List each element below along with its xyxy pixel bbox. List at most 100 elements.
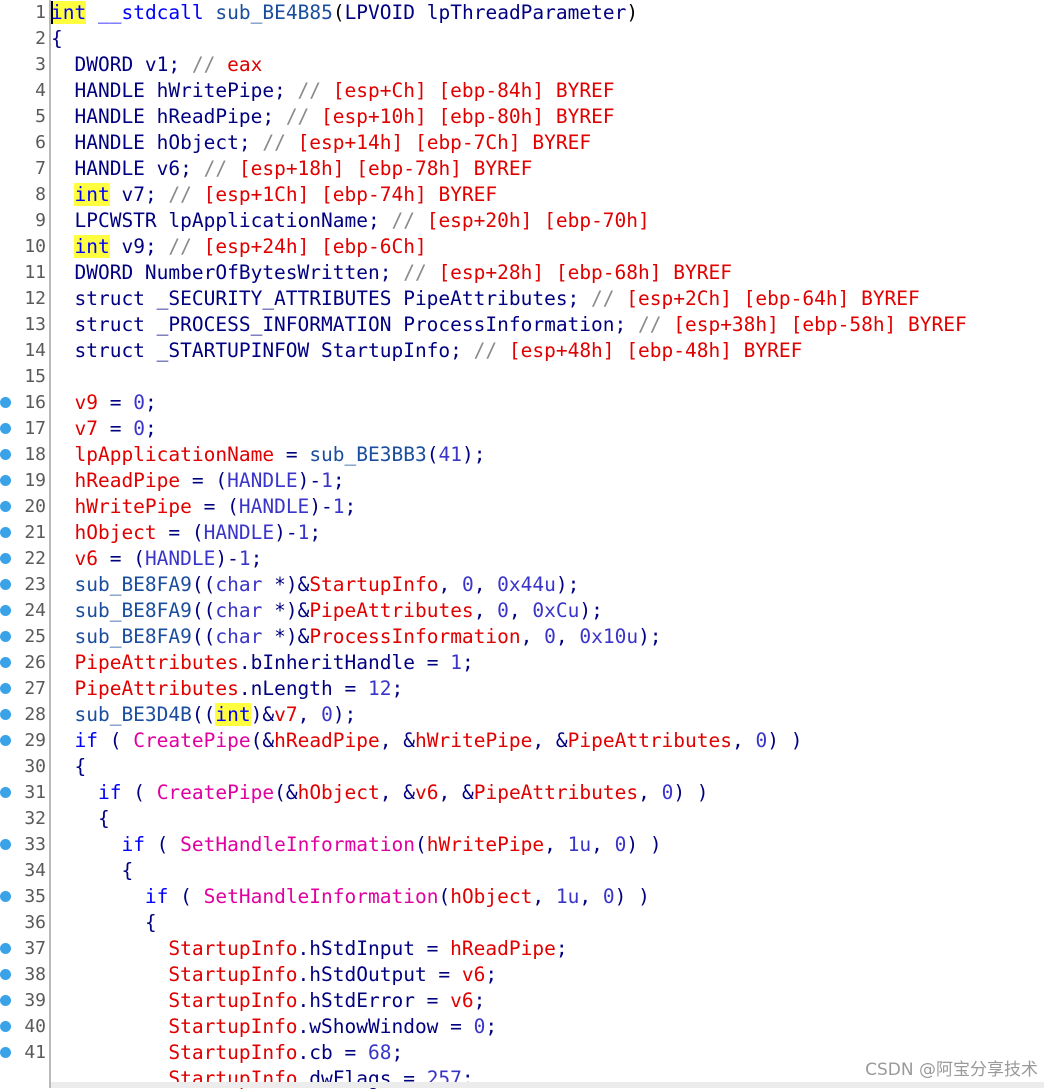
code-line[interactable]: 2{ [35, 26, 1044, 52]
breakpoint-dot-icon[interactable] [0, 1047, 11, 1058]
breakpoint-dot-icon[interactable] [0, 553, 11, 564]
code-token: // [168, 183, 204, 206]
code-line[interactable]: 16 v9 = 0; [0, 390, 1044, 416]
code-token: v7; [109, 183, 169, 206]
code-line[interactable]: 40 StartupInfo.wShowWindow = 0; [0, 1014, 1044, 1040]
code-line[interactable]: 33 if ( SetHandleInformation(hWritePipe,… [0, 832, 1044, 858]
breakpoint-dot-icon[interactable] [0, 397, 11, 408]
breakpoint-dot-icon[interactable] [0, 579, 11, 590]
code-token: char [215, 573, 263, 596]
code-line[interactable]: 24 sub_BE8FA9((char *)&PipeAttributes, 0… [0, 598, 1044, 624]
code-token: hWritePipe [415, 729, 533, 752]
code-text: if ( SetHandleInformation(hObject, 1u, 0… [51, 884, 650, 910]
code-line[interactable]: 31 if ( CreatePipe(&hObject, &v6, &PipeA… [0, 780, 1044, 806]
code-token: ; [473, 989, 486, 1012]
code-token: , [297, 703, 322, 726]
code-line[interactable]: 37 StartupInfo.hStdInput = hReadPipe; [0, 936, 1044, 962]
breakpoint-dot-icon[interactable] [0, 1021, 11, 1032]
code-line[interactable]: 18 lpApplicationName = sub_BE3BB3(41); [0, 442, 1044, 468]
code-line[interactable]: 17 v7 = 0; [0, 416, 1044, 442]
breakpoint-dot-icon[interactable] [0, 631, 11, 642]
code-token: // [168, 235, 204, 258]
breakpoint-dot-icon[interactable] [0, 423, 11, 434]
code-line[interactable]: 25 sub_BE8FA9((char *)&ProcessInformatio… [0, 624, 1044, 650]
code-token: // [591, 287, 627, 310]
code-line[interactable]: 22 v6 = (HANDLE)-1; [0, 546, 1044, 572]
code-token: ) ) [626, 833, 662, 856]
code-line[interactable]: 35 if ( SetHandleInformation(hObject, 1u… [0, 884, 1044, 910]
code-area[interactable]: 1 int __stdcall sub_BE4B85(LPVOID lpThrea… [0, 0, 1044, 1090]
code-line[interactable]: 8 int v7; // [esp+1Ch] [ebp-74h] BYREF [35, 182, 1044, 208]
code-line[interactable]: 36 { [24, 910, 1044, 936]
breakpoint-dot-icon[interactable] [0, 683, 11, 694]
code-token: v6 [450, 989, 474, 1012]
code-line[interactable]: 32 { [24, 806, 1044, 832]
breakpoint-dot-icon[interactable] [0, 943, 11, 954]
code-line[interactable]: 9 LPCWSTR lpApplicationName; // [esp+20h… [35, 208, 1044, 234]
code-line[interactable]: 15 [24, 364, 1044, 390]
horizontal-scrollbar[interactable] [51, 1082, 1044, 1088]
code-token: ; [144, 417, 157, 440]
code-text: DWORD v1; // eax [51, 52, 262, 78]
code-token: PipeAttributes [473, 781, 639, 804]
code-line[interactable]: 20 hWritePipe = (HANDLE)-1; [0, 494, 1044, 520]
code-token: struct _STARTUPINFOW StartupInfo; [51, 339, 474, 362]
code-line[interactable]: 23 sub_BE8FA9((char *)&StartupInfo, 0, 0… [0, 572, 1044, 598]
code-line[interactable]: 6 HANDLE hObject; // [esp+14h] [ebp-7Ch]… [35, 130, 1044, 156]
code-line[interactable]: 5 HANDLE hReadPipe; // [esp+10h] [ebp-80… [35, 104, 1044, 130]
code-line[interactable]: 10 int v9; // [esp+24h] [ebp-6Ch] [24, 234, 1044, 260]
code-token: hReadPipe [274, 729, 380, 752]
breakpoint-dot-icon[interactable] [0, 605, 11, 616]
code-line[interactable]: 21 hObject = (HANDLE)-1; [0, 520, 1044, 546]
pseudocode-editor[interactable]: 1 int __stdcall sub_BE4B85(LPVOID lpThrea… [0, 0, 1044, 1090]
code-token: { [51, 755, 87, 778]
code-line[interactable]: 7 HANDLE v6; // [esp+18h] [ebp-78h] BYRE… [35, 156, 1044, 182]
code-line[interactable]: 11 DWORD NumberOfBytesWritten; // [esp+2… [24, 260, 1044, 286]
code-token: lpApplicationName [74, 443, 275, 466]
line-number: 12 [24, 288, 46, 309]
code-line[interactable]: 1 int __stdcall sub_BE4B85(LPVOID lpThrea… [35, 0, 1044, 26]
code-line[interactable]: 34 { [24, 858, 1044, 884]
code-token: ) ) [673, 781, 709, 804]
code-line[interactable]: 26 PipeAttributes.bInheritHandle = 1; [0, 650, 1044, 676]
breakpoint-dot-icon[interactable] [0, 735, 11, 746]
code-token: 0 [133, 417, 145, 440]
code-line[interactable]: 39 StartupInfo.hStdError = v6; [0, 988, 1044, 1014]
breakpoint-dot-icon[interactable] [0, 995, 11, 1006]
code-line[interactable]: 13 struct _PROCESS_INFORMATION ProcessIn… [24, 312, 1044, 338]
breakpoint-dot-icon[interactable] [0, 475, 11, 486]
code-line[interactable]: 19 hReadPipe = (HANDLE)-1; [0, 468, 1044, 494]
breakpoint-dot-icon[interactable] [0, 657, 11, 668]
breakpoint-dot-icon[interactable] [0, 891, 11, 902]
breakpoint-dot-icon[interactable] [0, 839, 11, 850]
breakpoint-dot-icon[interactable] [0, 969, 11, 980]
code-line[interactable]: 14 struct _STARTUPINFOW StartupInfo; // … [24, 338, 1044, 364]
code-line[interactable]: 3 DWORD v1; // eax [35, 52, 1044, 78]
code-text: hReadPipe = (HANDLE)-1; [51, 468, 345, 494]
code-text: struct _PROCESS_INFORMATION ProcessInfor… [51, 312, 966, 338]
code-token: int [215, 703, 251, 726]
code-line[interactable]: 12 struct _SECURITY_ATTRIBUTES PipeAttri… [24, 286, 1044, 312]
code-line[interactable]: 38 StartupInfo.hStdOutput = v6; [0, 962, 1044, 988]
code-line[interactable]: 28 sub_BE3D4B((int)&v7, 0); [0, 702, 1044, 728]
code-token: ; [332, 469, 345, 492]
breakpoint-dot-icon[interactable] [0, 787, 11, 798]
code-text: PipeAttributes.bInheritHandle = 1; [51, 650, 473, 676]
code-line[interactable]: 29 if ( CreatePipe(&hReadPipe, &hWritePi… [0, 728, 1044, 754]
breakpoint-dot-icon[interactable] [0, 709, 11, 720]
code-token: PipeAttributes [567, 729, 733, 752]
code-line[interactable]: 30 { [24, 754, 1044, 780]
breakpoint-dot-icon[interactable] [0, 527, 11, 538]
code-line[interactable]: 27 PipeAttributes.nLength = 12; [0, 676, 1044, 702]
breakpoint-dot-icon[interactable] [0, 501, 11, 512]
breakpoint-dot-icon[interactable] [0, 449, 11, 460]
code-token: )- [215, 547, 239, 570]
code-token: , [544, 833, 568, 856]
code-line[interactable]: 4 HANDLE hWritePipe; // [esp+Ch] [ebp-84… [35, 78, 1044, 104]
code-token: .cb = [297, 1041, 368, 1064]
code-token: v9 [74, 391, 98, 414]
